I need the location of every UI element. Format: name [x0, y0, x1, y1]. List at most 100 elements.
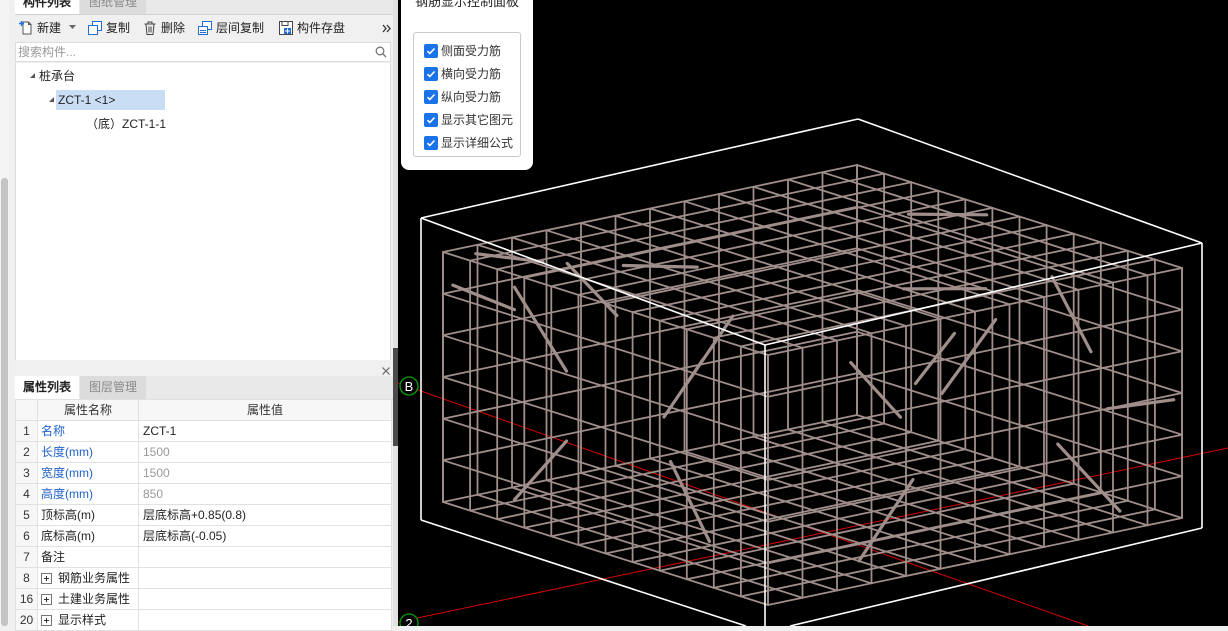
- property-value: [139, 589, 392, 610]
- rebar-bar: [515, 287, 567, 371]
- rebar-bar: [524, 441, 938, 528]
- option-show-other-elements[interactable]: 显示其它图元: [424, 108, 513, 131]
- property-value[interactable]: ZCT-1: [139, 421, 392, 442]
- property-row[interactable]: 7 备注: [16, 547, 392, 568]
- checkbox-icon[interactable]: [424, 90, 438, 104]
- property-value[interactable]: 1500: [139, 442, 392, 463]
- rebar-bar: [497, 432, 911, 519]
- property-name: 长度(mm): [38, 442, 139, 463]
- property-value: [139, 610, 392, 631]
- tab-layer-management[interactable]: 图层管理: [80, 376, 146, 399]
- property-value[interactable]: 层底标高(-0.05): [139, 526, 392, 547]
- rebar-cage[interactable]: [443, 165, 1182, 605]
- property-row[interactable]: 3 宽度(mm) 1500: [16, 463, 392, 484]
- property-name: 备注: [38, 547, 139, 568]
- tree-item-pile-cap[interactable]: 桩承台: [39, 68, 75, 84]
- option-show-detailed-formula[interactable]: 显示详细公式: [424, 131, 513, 154]
- tree-item-zct-1[interactable]: ZCT-1 <1>: [58, 92, 115, 108]
- property-row[interactable]: 4 高度(mm) 850: [16, 484, 392, 505]
- row-number: 4: [16, 484, 38, 505]
- row-number: 16: [16, 589, 38, 610]
- bounding-box-edge: [421, 520, 746, 626]
- tab-property-list[interactable]: 属性列表: [15, 376, 79, 399]
- property-group-name-cell: 钢筋业务属性: [38, 568, 139, 589]
- copy-icon: [87, 20, 103, 36]
- rebar-bar: [551, 199, 965, 286]
- property-table-header: 属性名称 属性值: [16, 400, 392, 421]
- copy-button[interactable]: 复制: [87, 17, 130, 39]
- close-icon[interactable]: [381, 366, 391, 376]
- property-group-row[interactable]: 20 显示样式: [16, 610, 392, 631]
- option-side-rebar[interactable]: 侧面受力筋: [424, 39, 501, 62]
- tree-item-zct-1-1[interactable]: （底）ZCT-1-1: [86, 116, 166, 132]
- floor-copy-button[interactable]: 层间复制: [197, 17, 264, 39]
- option-transverse-rebar[interactable]: 横向受力筋: [424, 62, 501, 85]
- option-label: 显示其它图元: [441, 111, 513, 128]
- expand-plus-icon[interactable]: [41, 594, 52, 605]
- tab-component-list[interactable]: 构件列表: [15, 0, 79, 14]
- component-search-box[interactable]: [15, 42, 391, 62]
- tree-expanded-icon[interactable]: [48, 96, 55, 103]
- property-row[interactable]: 5 顶标高(m) 层底标高+0.85(0.8): [16, 505, 392, 526]
- row-number: 20: [16, 610, 38, 631]
- option-label: 显示详细公式: [441, 134, 513, 151]
- header-property-name: 属性名称: [38, 400, 139, 421]
- checkbox-icon[interactable]: [424, 67, 438, 81]
- property-group-name: 显示样式: [58, 610, 106, 630]
- save-component-button[interactable]: 构件存盘: [278, 17, 345, 39]
- rebar-bar: [578, 458, 992, 545]
- row-number: 5: [16, 505, 38, 526]
- component-search-input[interactable]: [18, 44, 358, 60]
- delete-button[interactable]: 删除: [142, 17, 185, 39]
- header-property-value: 属性值: [139, 400, 392, 421]
- property-row[interactable]: 2 长度(mm) 1500: [16, 442, 392, 463]
- checkbox-icon[interactable]: [424, 136, 438, 150]
- property-name: 宽度(mm): [38, 463, 139, 484]
- property-group-name-cell: 土建业务属性: [38, 589, 139, 610]
- control-panel-title: 钢筋显示控制面板: [401, 0, 533, 12]
- property-name: 顶标高(m): [38, 505, 139, 526]
- option-longitudinal-rebar[interactable]: 纵向受力筋: [424, 85, 501, 108]
- option-label: 侧面受力筋: [441, 42, 501, 59]
- property-row[interactable]: 1 名称 ZCT-1: [16, 421, 392, 442]
- new-dropdown-icon[interactable]: [69, 25, 76, 30]
- row-number: 7: [16, 547, 38, 568]
- floor-copy-button-label: 层间复制: [216, 17, 264, 39]
- trash-icon: [142, 20, 158, 36]
- new-button[interactable]: 新建: [18, 17, 61, 39]
- property-name: 名称: [38, 421, 139, 442]
- property-name: 高度(mm): [38, 484, 139, 505]
- property-group-row[interactable]: 16 土建业务属性: [16, 589, 392, 610]
- property-group-row[interactable]: 8 钢筋业务属性: [16, 568, 392, 589]
- header-corner: [16, 400, 38, 421]
- tab-drawing-management[interactable]: 图纸管理: [80, 0, 146, 14]
- property-name: 底标高(m): [38, 526, 139, 547]
- new-document-icon: [18, 20, 34, 36]
- property-row[interactable]: 6 底标高(m) 层底标高(-0.05): [16, 526, 392, 547]
- more-tools-icon[interactable]: [382, 24, 391, 33]
- save-component-button-label: 构件存盘: [297, 17, 345, 39]
- tree-expanded-icon[interactable]: [29, 72, 36, 79]
- property-value[interactable]: [139, 547, 392, 568]
- rebar-bar: [524, 191, 938, 278]
- checkbox-icon[interactable]: [424, 44, 438, 58]
- row-number: 2: [16, 442, 38, 463]
- search-icon[interactable]: [375, 46, 387, 58]
- expand-plus-icon[interactable]: [41, 573, 52, 584]
- outer-scrollbar-thumb[interactable]: [1, 178, 8, 626]
- property-value: [139, 568, 392, 589]
- delete-button-label: 删除: [161, 17, 185, 39]
- new-button-label: 新建: [37, 17, 61, 39]
- copy-button-label: 复制: [106, 17, 130, 39]
- axis-label-b: B: [405, 379, 414, 394]
- property-value[interactable]: 850: [139, 484, 392, 505]
- property-group-name: 土建业务属性: [58, 589, 130, 609]
- property-value[interactable]: 1500: [139, 463, 392, 484]
- expand-plus-icon[interactable]: [41, 615, 52, 626]
- rebar-bar: [942, 320, 996, 394]
- property-value[interactable]: 层底标高+0.85(0.8): [139, 505, 392, 526]
- option-label: 横向受力筋: [441, 65, 501, 82]
- checkbox-icon[interactable]: [424, 113, 438, 127]
- property-table: 属性名称 属性值 1 名称 ZCT-1 2 长度(mm) 1500 3 宽度(m…: [15, 399, 392, 631]
- floor-copy-icon: [197, 20, 213, 36]
